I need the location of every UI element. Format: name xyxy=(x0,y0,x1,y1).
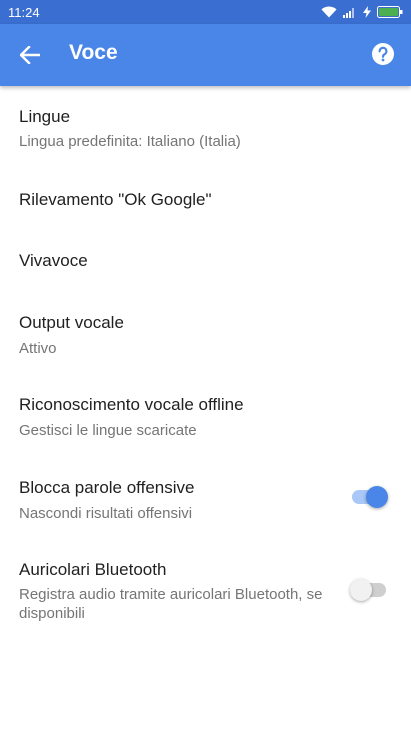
setting-lingue[interactable]: Lingue Lingua predefinita: Italiano (Ita… xyxy=(0,86,411,168)
blocca-parole-toggle[interactable] xyxy=(350,485,388,509)
setting-title: Blocca parole offensive xyxy=(19,478,195,497)
toggle-thumb xyxy=(350,579,372,601)
setting-output-vocale[interactable]: Output vocale Attivo xyxy=(0,290,411,372)
charging-icon xyxy=(363,6,371,18)
help-button[interactable] xyxy=(371,42,395,66)
status-bar: 11:24 xyxy=(0,0,411,24)
setting-riconoscimento-offline[interactable]: Riconoscimento vocale offline Gestisci l… xyxy=(0,372,411,454)
wifi-icon xyxy=(321,6,337,18)
signal-icon xyxy=(343,8,354,18)
setting-subtitle: Registra audio tramite auricolari Blueto… xyxy=(19,586,323,622)
help-icon xyxy=(372,43,394,65)
setting-vivavoce[interactable]: Vivavoce xyxy=(0,228,411,290)
arrow-left-icon xyxy=(20,46,40,64)
setting-subtitle: Nascondi risultati offensivi xyxy=(19,505,193,522)
setting-blocca-parole[interactable]: Blocca parole offensive Nascondi risulta… xyxy=(0,454,411,536)
setting-title: Rilevamento "Ok Google" xyxy=(19,190,212,209)
status-time: 11:24 xyxy=(8,4,40,20)
auricolari-bluetooth-toggle[interactable] xyxy=(350,578,388,602)
setting-title: Lingue xyxy=(19,107,71,126)
setting-auricolari-bluetooth[interactable]: Auricolari Bluetooth Registra audio tram… xyxy=(0,536,411,636)
toggle-thumb xyxy=(366,486,388,508)
setting-ok-google[interactable]: Rilevamento "Ok Google" xyxy=(0,168,411,228)
setting-title: Vivavoce xyxy=(19,251,88,270)
setting-title: Auricolari Bluetooth xyxy=(19,560,167,579)
battery-icon xyxy=(377,6,403,18)
back-button[interactable] xyxy=(14,39,46,71)
status-icons xyxy=(321,6,403,18)
setting-subtitle: Lingua predefinita: Italiano (Italia) xyxy=(19,133,241,150)
app-bar: Voce xyxy=(0,24,411,86)
setting-subtitle: Gestisci le lingue scaricate xyxy=(19,422,197,439)
setting-title: Output vocale xyxy=(19,313,124,332)
setting-title: Riconoscimento vocale offline xyxy=(19,395,244,414)
page-title: Voce xyxy=(69,41,118,64)
setting-subtitle: Attivo xyxy=(19,340,57,357)
